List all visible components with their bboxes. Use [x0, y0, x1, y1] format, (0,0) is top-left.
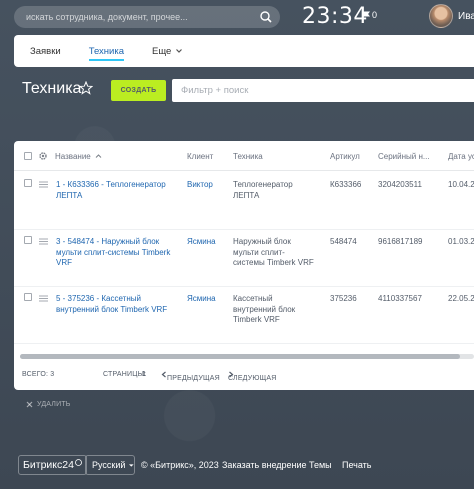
row-serial: 4110337567 [378, 294, 422, 303]
star-icon[interactable] [79, 81, 93, 95]
delete-button[interactable]: УДАЛИТЬ [26, 401, 71, 408]
row-name-line: ЛЕПТА [56, 190, 83, 200]
row-equipment-line: Теплогенератор [233, 180, 293, 189]
language-select[interactable]: Русский [85, 455, 135, 475]
search-input[interactable]: искать сотрудника, документ, прочее... [14, 6, 280, 28]
create-button[interactable]: СОЗДАТЬ [111, 80, 166, 101]
row-date: 01.03.20 [448, 237, 474, 246]
tab-equipment[interactable]: Техника [88, 35, 125, 67]
scrollbar-thumb[interactable] [20, 354, 460, 359]
column-date[interactable]: Дата ус [448, 152, 474, 161]
row-serial: 9616817189 [378, 237, 423, 246]
footer-link-print[interactable]: Печать [342, 460, 371, 470]
search-placeholder: искать сотрудника, документ, прочее... [26, 12, 188, 22]
table-row[interactable]: 3 - 548474 - Наружный блок мульти сплит-… [14, 229, 474, 287]
tab-more[interactable]: Еще [152, 35, 183, 67]
select-all-checkbox[interactable] [24, 152, 32, 160]
row-equipment-line: мульти сплит- [233, 247, 285, 257]
row-article: 548474 [330, 237, 357, 246]
pages-label: СТРАНИЦЫ: [103, 371, 147, 378]
row-date: 10.04.20 [448, 180, 474, 189]
sort-up-icon [95, 154, 102, 158]
row-equipment-line: Наружный блок [233, 237, 291, 246]
gear-icon[interactable] [38, 151, 48, 161]
tab-more-label: Еще [151, 45, 172, 57]
username[interactable]: Ива [458, 11, 474, 22]
grid-header: Название Клиент Техника Артикул Серийный… [14, 141, 474, 171]
search-icon[interactable] [258, 9, 274, 25]
row-equipment: Теплогенератор ЛЕПТА [233, 180, 293, 201]
row-article: 375236 [330, 294, 357, 303]
row-name-line: 1 - К633366 - Теплогенератор [56, 180, 166, 189]
row-article: К633366 [330, 180, 362, 189]
language-label: Русский [92, 460, 126, 470]
brand-label: Битрикс24 [23, 459, 74, 471]
row-menu-icon[interactable] [39, 181, 48, 188]
row-equipment: Наружный блок мульти сплит- системы Timb… [233, 237, 314, 269]
row-equipment-line: системы Timberk VRF [233, 258, 314, 267]
next-page-link[interactable]: СЛЕДУЮЩАЯ [228, 371, 276, 382]
bitrix24-logo[interactable]: Битрикс24 [18, 455, 87, 475]
avatar[interactable] [429, 4, 453, 28]
grid-panel: Название Клиент Техника Артикул Серийный… [14, 141, 474, 390]
total-count: ВСЕГО: 3 [22, 371, 55, 378]
flag-icon [362, 10, 370, 20]
column-name[interactable]: Название [55, 152, 102, 161]
caret-down-icon [129, 463, 134, 467]
row-date: 22.05.20 [448, 294, 474, 303]
notification-count: 0 [372, 10, 378, 20]
column-article[interactable]: Артикул [330, 152, 360, 161]
row-name-line: 5 - 375236 - Кассетный [56, 294, 141, 303]
row-name-line: мульти сплит-системы Timberk [56, 247, 171, 257]
row-menu-icon[interactable] [39, 295, 48, 302]
row-client-link[interactable]: Ясмина [187, 294, 216, 305]
column-equipment[interactable]: Техника [233, 152, 263, 161]
top-bar: искать сотрудника, документ, прочее... 2… [0, 0, 474, 34]
row-equipment-line: Timberk VRF [233, 315, 280, 324]
row-client-link[interactable]: Виктор [187, 180, 213, 191]
row-equipment-line: ЛЕПТА [233, 190, 260, 200]
close-icon [26, 401, 33, 408]
delete-label: УДАЛИТЬ [37, 401, 71, 408]
copyright-icon [75, 459, 82, 466]
row-name-link[interactable]: 5 - 375236 - Кассетный внутренний блок T… [56, 294, 167, 315]
row-name-line: VRF [56, 258, 72, 267]
page-title: Техника [22, 80, 82, 97]
row-equipment-line: внутренний блок [233, 304, 296, 314]
row-name-link[interactable]: 3 - 548474 - Наружный блок мульти сплит-… [56, 237, 170, 269]
footer-link-implementation[interactable]: Заказать внедрение [222, 460, 307, 470]
tab-requests[interactable]: Заявки [30, 35, 61, 67]
next-page-label: СЛЕДУЮЩАЯ [228, 375, 277, 382]
prev-page-label: ПРЕДЫДУЩАЯ [167, 375, 220, 382]
row-name-link[interactable]: 1 - К633366 - Теплогенератор ЛЕПТА [56, 180, 166, 201]
row-checkbox[interactable] [24, 179, 32, 187]
row-name-line: 3 - 548474 - Наружный блок [56, 237, 160, 246]
notifications[interactable]: 0 [362, 10, 377, 20]
row-checkbox[interactable] [24, 236, 32, 244]
table-row[interactable]: 1 - К633366 - Теплогенератор ЛЕПТА Викто… [14, 172, 474, 230]
column-name-label: Название [55, 152, 91, 161]
filter-search-input[interactable]: Фильтр + поиск [172, 79, 474, 102]
row-client-link[interactable]: Ясмина [187, 237, 216, 248]
grid-footer: ВСЕГО: 3 СТРАНИЦЫ: 1 ПРЕДЫДУЩАЯ СЛЕДУЮЩА… [14, 367, 474, 385]
row-serial: 3204203511 [378, 180, 422, 189]
chevron-down-icon [176, 49, 183, 53]
row-equipment: Кассетный внутренний блок Timberk VRF [233, 294, 295, 326]
row-name-line: внутренний блок Timberk VRF [56, 304, 168, 314]
row-menu-icon[interactable] [39, 238, 48, 245]
table-row[interactable]: 5 - 375236 - Кассетный внутренний блок T… [14, 286, 474, 344]
clock[interactable]: 23:34 [302, 4, 368, 29]
footer-link-themes[interactable]: Темы [309, 460, 332, 470]
page-footer: Битрикс24 Русский © «Битрикс», 2023 Зака… [0, 454, 474, 475]
prev-page-link[interactable]: ПРЕДЫДУЩАЯ [161, 371, 220, 382]
copyright-text: © «Битрикс», 2023 [141, 460, 219, 470]
tabs-bar: Заявки Техника Еще [14, 35, 474, 67]
current-page[interactable]: 1 [142, 371, 146, 378]
row-checkbox[interactable] [24, 293, 32, 301]
column-serial[interactable]: Серийный н... [378, 152, 430, 161]
column-client[interactable]: Клиент [187, 152, 213, 161]
row-equipment-line: Кассетный [233, 294, 273, 303]
